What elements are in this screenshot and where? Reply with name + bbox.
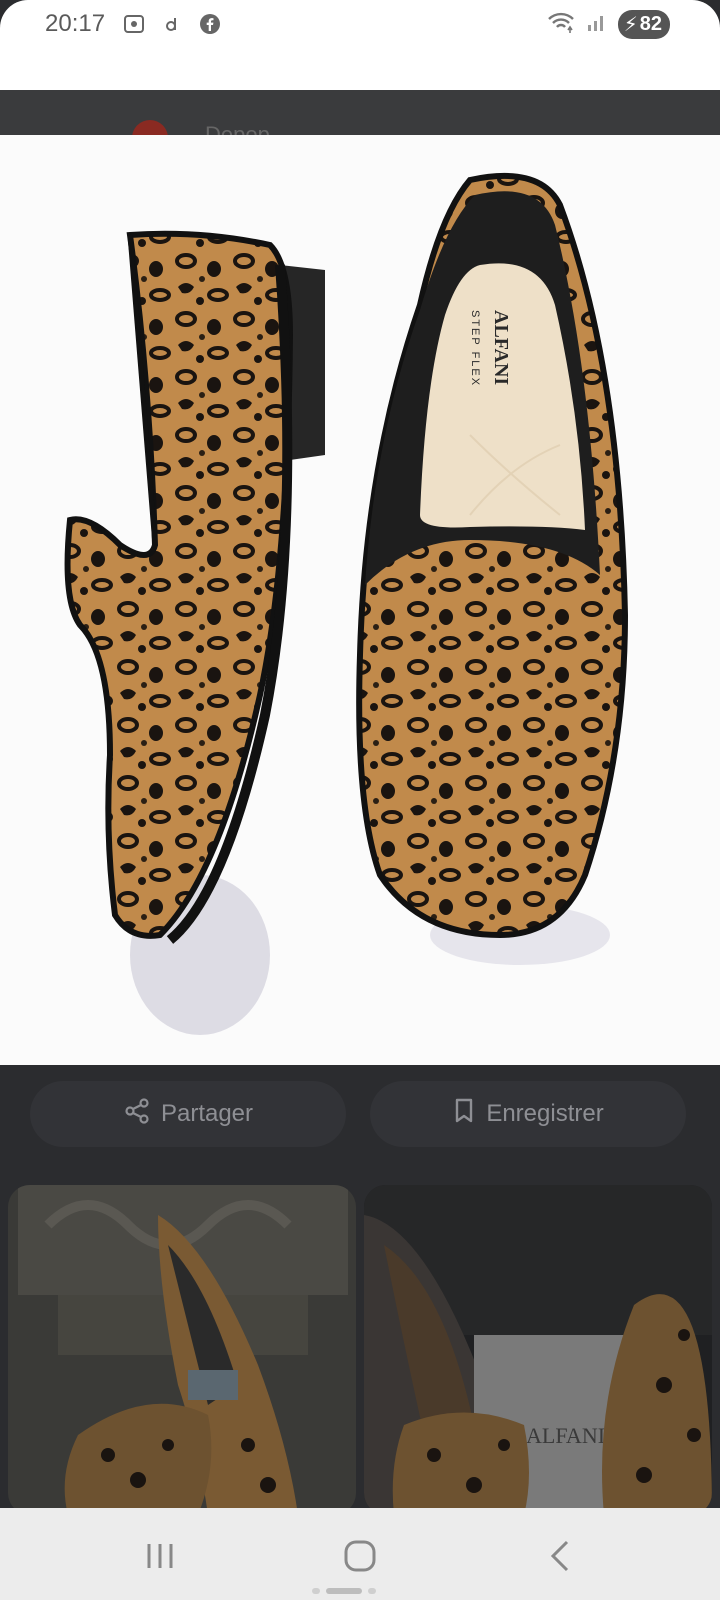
related-images: ALFANI bbox=[0, 1180, 720, 1515]
box-brand-text: ALFANI bbox=[526, 1423, 605, 1448]
signal-icon bbox=[586, 11, 608, 38]
back-icon bbox=[550, 1540, 569, 1572]
site-logo bbox=[132, 120, 168, 135]
status-time: 20:17 bbox=[45, 10, 106, 37]
recents-icon bbox=[147, 1544, 173, 1568]
left-shoe bbox=[64, 230, 325, 944]
save-label: Enregistrer bbox=[486, 1100, 604, 1127]
screenshot-icon bbox=[122, 12, 146, 36]
battery-level: 82 bbox=[639, 13, 662, 35]
image-actions: Partager Enregistrer bbox=[0, 1065, 720, 1180]
leopard-loafers-photo: ALFANI STEP FLEX bbox=[64, 172, 629, 1035]
system-nav-bar bbox=[0, 1508, 720, 1600]
right-shoe bbox=[356, 172, 629, 939]
site-name: Depop bbox=[205, 122, 270, 135]
save-button[interactable]: Enregistrer bbox=[370, 1081, 686, 1147]
share-button[interactable]: Partager bbox=[30, 1081, 346, 1147]
insole-brand: ALFANI bbox=[490, 310, 512, 385]
loafers-on-statue-photo bbox=[8, 1185, 356, 1515]
charging-icon: ⚡ bbox=[623, 14, 638, 36]
d-app-icon bbox=[160, 12, 184, 36]
background-page-header: Depop bbox=[0, 90, 720, 135]
related-image-2[interactable]: ALFANI bbox=[364, 1185, 712, 1515]
battery-indicator: ⚡ 82 bbox=[617, 10, 670, 39]
system-icons: ⚡ 82 bbox=[546, 10, 670, 39]
share-icon bbox=[123, 1097, 151, 1132]
share-label: Partager bbox=[160, 1100, 254, 1127]
loafers-with-box-photo: ALFANI bbox=[364, 1185, 712, 1515]
home-button[interactable] bbox=[330, 1526, 390, 1586]
wifi-icon bbox=[546, 10, 576, 39]
status-bar: 20:17 ⚡ 82 bbox=[0, 0, 720, 90]
home-icon bbox=[344, 1540, 376, 1572]
back-button[interactable] bbox=[530, 1526, 590, 1586]
main-product-image[interactable]: ALFANI STEP FLEX bbox=[0, 135, 720, 1065]
related-image-1[interactable] bbox=[8, 1185, 356, 1515]
insole-subbrand: STEP FLEX bbox=[469, 310, 481, 387]
notification-icons bbox=[122, 12, 222, 36]
facebook-icon bbox=[198, 12, 222, 36]
bookmark-icon bbox=[452, 1097, 476, 1132]
recents-button[interactable] bbox=[130, 1526, 190, 1586]
page-indicator bbox=[312, 1588, 376, 1594]
